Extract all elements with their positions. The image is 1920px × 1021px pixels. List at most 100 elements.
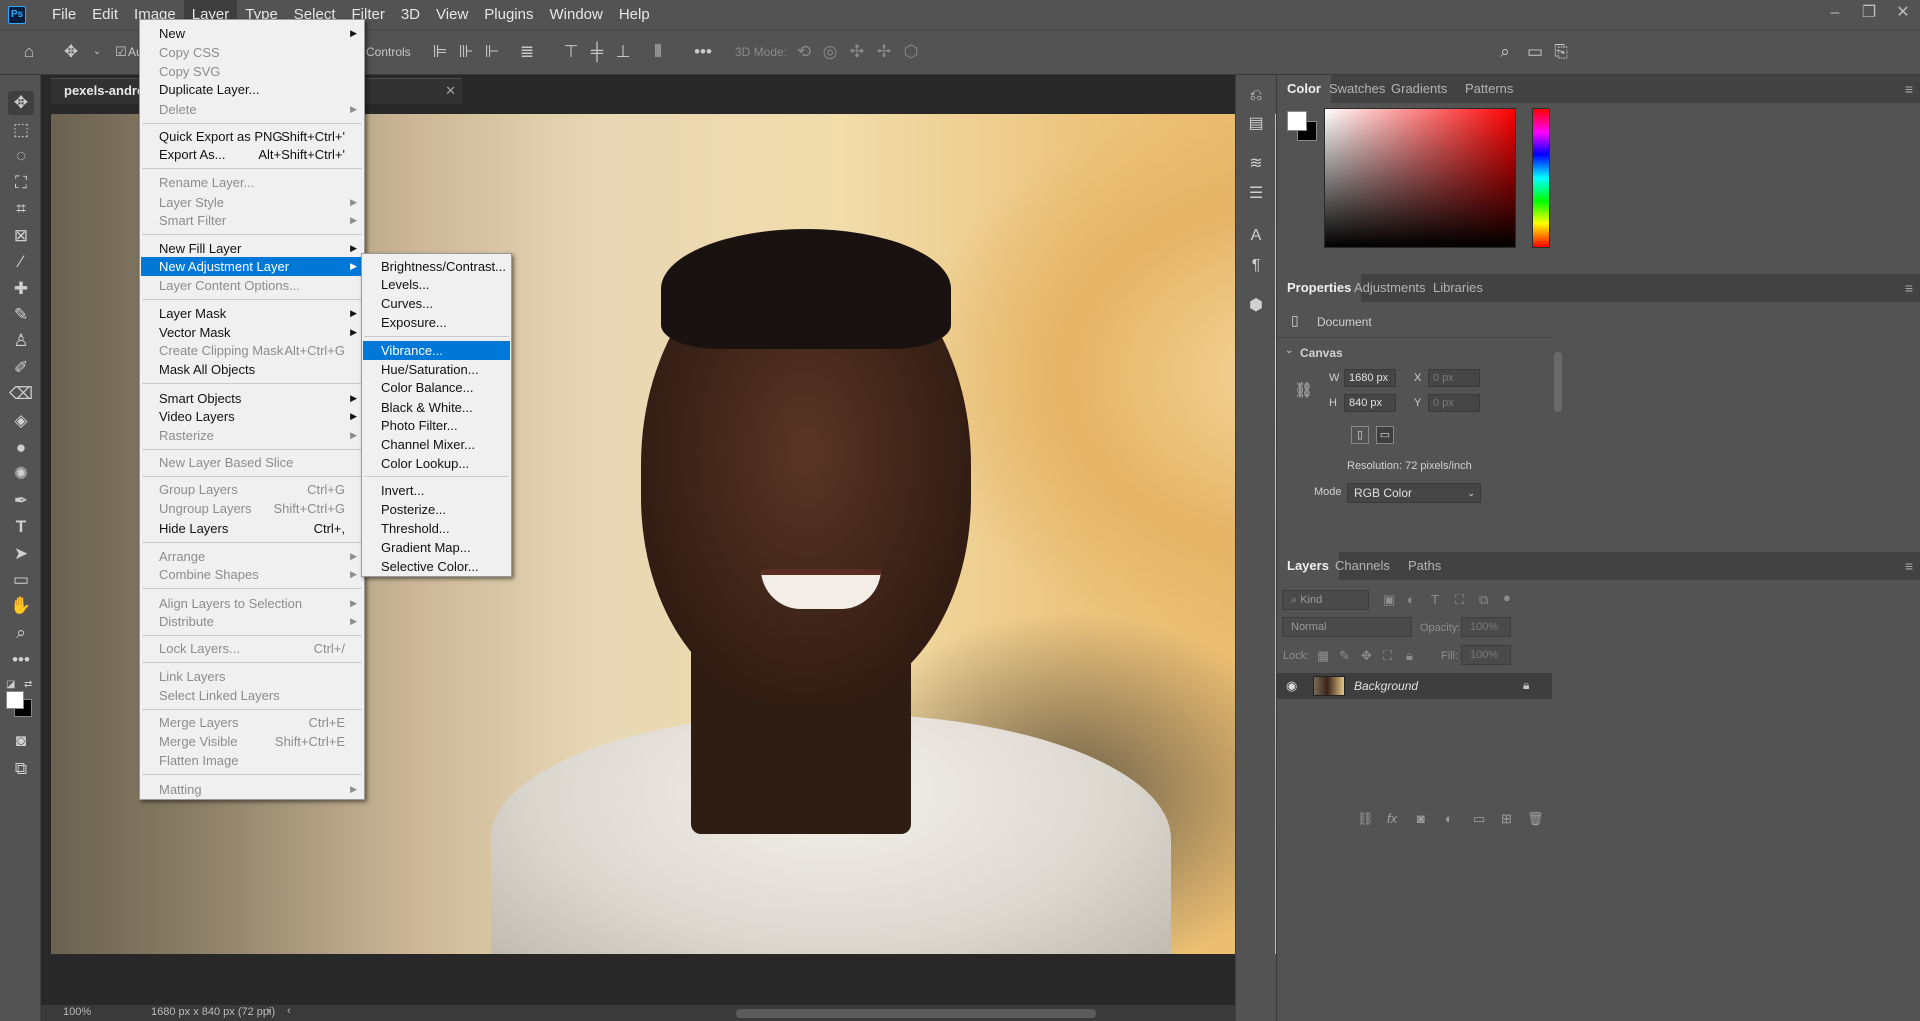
workspace-icon[interactable]: ▭ — [1524, 41, 1546, 63]
menu-item-new-adjustment-layer[interactable]: New Adjustment Layer ▶ — [141, 257, 363, 276]
submenu-item-curves[interactable]: Curves... — [363, 294, 510, 313]
menu-item-create-clipping-mask[interactable]: Create Clipping Mask Alt+Ctrl+G — [141, 341, 363, 360]
minimize-button[interactable]: – — [1818, 0, 1852, 29]
default-colors-icon[interactable]: ◪ — [6, 679, 15, 690]
orbit-3d-icon[interactable]: ⟲ — [793, 41, 815, 63]
menu-plugins[interactable]: Plugins — [476, 0, 541, 29]
scale-3d-icon[interactable]: ⬡ — [900, 41, 922, 63]
x-field[interactable]: 0 px — [1428, 369, 1480, 387]
menu-item-flatten-image[interactable]: Flatten Image — [141, 751, 363, 770]
pen-tool-icon[interactable]: ✒ — [8, 489, 34, 513]
menu-item-vector-mask[interactable]: Vector Mask ▶ — [141, 323, 363, 342]
lock-position-icon[interactable]: ✥ — [1361, 648, 1372, 664]
lock-transparent-icon[interactable]: ▦ — [1317, 648, 1329, 664]
menu-item-copy-css[interactable]: Copy CSS — [141, 43, 363, 62]
menu-item-hide-layers[interactable]: Hide Layers Ctrl+, — [141, 519, 363, 538]
filter-pixel-icon[interactable]: ▣ — [1383, 592, 1395, 608]
menu-item-distribute[interactable]: Distribute ▶ — [141, 612, 363, 631]
fill-field[interactable]: 100% — [1461, 645, 1511, 665]
align-right-icon[interactable]: ⊩ — [481, 41, 503, 63]
opacity-field[interactable]: 100% — [1461, 617, 1511, 637]
character-icon[interactable]: A — [1245, 225, 1267, 247]
hand-tool-icon[interactable]: ✋ — [8, 594, 34, 618]
lock-image-icon[interactable]: ✎ — [1339, 648, 1350, 664]
y-field[interactable]: 0 px — [1428, 394, 1480, 412]
blend-mode-select[interactable]: Normal — [1282, 617, 1412, 637]
add-mask-icon[interactable]: ◙ — [1417, 811, 1425, 826]
brush-tool-icon[interactable]: ✎ — [8, 303, 34, 327]
blur-tool-icon[interactable]: ● — [8, 436, 34, 460]
color-mode-select[interactable]: RGB Color ⌄ — [1347, 483, 1481, 503]
panel-menu-icon[interactable]: ≡ — [1905, 280, 1913, 296]
submenu-item-levels[interactable]: Levels... — [363, 275, 510, 294]
eye-icon[interactable]: ◉ — [1286, 678, 1297, 694]
menu-item-select-linked-layers[interactable]: Select Linked Layers — [141, 686, 363, 705]
menu-item-lock-layers[interactable]: Lock Layers... Ctrl+/ — [141, 639, 363, 658]
close-window-button[interactable]: ✕ — [1886, 0, 1920, 29]
filter-type-icon[interactable]: T — [1431, 592, 1439, 607]
new-adjustment-layer-icon[interactable]: ◐ — [1445, 811, 1453, 826]
tab-adjustments[interactable]: Adjustments — [1344, 274, 1436, 302]
frame-tool-icon[interactable]: ⊠ — [8, 224, 34, 248]
align-top-icon[interactable]: ⊤ — [560, 41, 582, 63]
submenu-item-brightness-contrast[interactable]: Brightness/Contrast... — [363, 257, 510, 276]
foreground-color-swatch[interactable] — [6, 691, 24, 709]
menu-item-rename-layer[interactable]: Rename Layer... — [141, 173, 363, 192]
chevron-down-icon[interactable]: ⌄ — [86, 41, 108, 63]
menu-item-duplicate-layer[interactable]: Duplicate Layer... — [141, 80, 363, 99]
type-tool-icon[interactable]: T — [8, 515, 34, 539]
history-icon[interactable]: ⎌ — [1245, 85, 1267, 107]
align-left-icon[interactable]: ⊫ — [429, 41, 451, 63]
adjustments-icon[interactable]: ☰ — [1245, 183, 1267, 205]
comments-icon[interactable]: ▤ — [1245, 113, 1267, 135]
clone-stamp-tool-icon[interactable]: ♙ — [8, 329, 34, 353]
slide-3d-icon[interactable]: ✢ — [873, 41, 895, 63]
lock-artboard-icon[interactable]: ⛶ — [1383, 648, 1392, 664]
menu-item-arrange[interactable]: Arrange ▶ — [141, 547, 363, 566]
new-group-icon[interactable]: ▭ — [1473, 811, 1485, 827]
submenu-item-color-lookup[interactable]: Color Lookup... — [363, 454, 510, 473]
menu-item-align-layers-to-selection[interactable]: Align Layers to Selection ▶ — [141, 594, 363, 613]
share-icon[interactable]: ⎘ — [1550, 41, 1572, 63]
lasso-tool-icon[interactable]: ◌ — [8, 144, 34, 168]
submenu-item-posterize[interactable]: Posterize... — [363, 500, 510, 519]
chevron-left-icon[interactable]: ‹ — [287, 1005, 291, 1017]
swap-colors-icon[interactable]: ⇄ — [24, 679, 32, 690]
paint-bucket-tool-icon[interactable]: ◈ — [8, 409, 34, 433]
chevron-right-icon[interactable]: › — [267, 1005, 271, 1017]
menu-item-copy-svg[interactable]: Copy SVG — [141, 62, 363, 81]
marquee-tool-icon[interactable]: ⬚ — [8, 118, 34, 142]
healing-brush-tool-icon[interactable]: ✚ — [8, 277, 34, 301]
menu-item-export-as[interactable]: Export As... Alt+Shift+Ctrl+' — [141, 145, 363, 164]
menu-window[interactable]: Window — [541, 0, 610, 29]
foreground-color-swatch[interactable] — [1287, 111, 1307, 131]
menu-item-rasterize[interactable]: Rasterize ▶ — [141, 426, 363, 445]
align-middle-icon[interactable]: ╪ — [586, 41, 608, 63]
menu-item-smart-filter[interactable]: Smart Filter ▶ — [141, 211, 363, 230]
panel-menu-icon[interactable]: ≡ — [1905, 81, 1913, 97]
history-brush-tool-icon[interactable]: ✐ — [8, 356, 34, 380]
tab-paths[interactable]: Paths — [1398, 552, 1451, 580]
filter-toggle-icon[interactable]: ● — [1503, 590, 1511, 605]
hue-slider[interactable] — [1532, 108, 1550, 248]
restore-button[interactable]: ❐ — [1852, 0, 1886, 29]
color-picker-field[interactable] — [1324, 108, 1516, 248]
filter-shape-icon[interactable]: ⛶ — [1455, 592, 1464, 608]
eraser-tool-icon[interactable]: ⌫ — [8, 382, 34, 406]
properties-scroll-thumb[interactable] — [1554, 352, 1562, 412]
pan-3d-icon[interactable]: ✣ — [846, 41, 868, 63]
menu-item-new-fill-layer[interactable]: New Fill Layer ▶ — [141, 239, 363, 258]
menu-item-combine-shapes[interactable]: Combine Shapes ▶ — [141, 565, 363, 584]
menu-item-smart-objects[interactable]: Smart Objects ▶ — [141, 389, 363, 408]
object-select-tool-icon[interactable]: ⛶ — [8, 171, 34, 195]
distribute-icon[interactable]: ≣ — [516, 41, 538, 63]
menu-item-merge-visible[interactable]: Merge Visible Shift+Ctrl+E — [141, 732, 363, 751]
eyedropper-tool-icon[interactable]: ⁄ — [8, 250, 34, 274]
home-icon[interactable]: ⌂ — [18, 41, 40, 63]
delete-layer-icon[interactable]: 🗑︎ — [1527, 811, 1544, 827]
filter-adjustment-icon[interactable]: ◐ — [1407, 592, 1415, 607]
move-tool-icon[interactable]: ✥ — [8, 91, 34, 115]
zoom-tool-icon[interactable]: ⌕ — [8, 621, 34, 645]
roll-3d-icon[interactable]: ◎ — [819, 41, 841, 63]
menu-help[interactable]: Help — [611, 0, 658, 29]
